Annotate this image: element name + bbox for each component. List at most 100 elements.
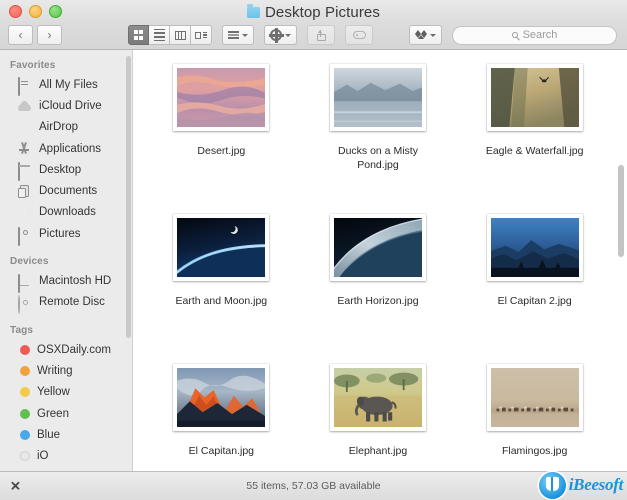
sidebar-item-pictures[interactable]: Pictures: [0, 223, 132, 247]
file-item[interactable]: El Capitan 2.jpg: [456, 208, 613, 358]
file-name: Eagle & Waterfall.jpg: [485, 145, 584, 157]
action-menu-button[interactable]: [264, 25, 297, 45]
watermark: iBeesoft: [538, 472, 624, 499]
sidebar-item-label: OSXDaily.com: [37, 343, 111, 356]
sidebar-item-label: All My Files: [39, 78, 98, 91]
downloads-icon: [18, 206, 32, 219]
file-item[interactable]: Elephant.jpg: [300, 358, 457, 471]
remote-disc-icon: [18, 294, 32, 314]
file-name: Ducks on a Misty Pond.jpg: [338, 145, 418, 171]
sidebar-item-desktop[interactable]: Desktop: [0, 159, 132, 182]
file-item[interactable]: Flamingos.jpg: [456, 358, 613, 471]
list-view-button[interactable]: [149, 25, 170, 45]
file-thumbnail[interactable]: [329, 64, 426, 131]
column-view-button[interactable]: [170, 25, 191, 45]
file-grid: Desert.jpg Ducks on a Misty Pond.jpg Eag…: [133, 50, 627, 471]
columns-icon: [174, 30, 186, 40]
chevron-left-icon: ‹: [18, 28, 23, 42]
sidebar-item-label: Pictures: [39, 227, 81, 240]
search-placeholder: Search: [522, 29, 558, 41]
view-mode-segmented-control: [128, 25, 212, 45]
dropbox-button[interactable]: [409, 25, 442, 45]
sidebar-scrollbar[interactable]: [126, 56, 131, 338]
earth-and-moon-thumbnail-image: [177, 218, 266, 277]
file-thumbnail[interactable]: [329, 214, 426, 281]
sidebar-item-tag-io[interactable]: iO: [0, 445, 132, 466]
all-my-files-icon: [18, 77, 32, 97]
desert-thumbnail-image: [177, 68, 266, 127]
chevron-down-icon: [285, 33, 291, 37]
file-item[interactable]: Earth Horizon.jpg: [300, 208, 457, 358]
coverflow-view-button[interactable]: [191, 25, 212, 45]
sidebar-item-label: Macintosh HD: [39, 275, 112, 288]
folder-icon: [247, 4, 260, 18]
page-title: Desktop Pictures: [265, 3, 380, 21]
edit-tags-button[interactable]: [345, 25, 373, 45]
file-item[interactable]: Ducks on a Misty Pond.jpg: [300, 58, 457, 208]
chevron-right-icon: ›: [47, 28, 52, 42]
sidebar-item-documents[interactable]: Documents: [0, 180, 132, 201]
file-thumbnail[interactable]: [329, 364, 426, 431]
sidebar-item-all-my-files[interactable]: All My Files: [0, 74, 132, 97]
navigation-buttons: ‹ ›: [8, 25, 62, 45]
sidebar-item-tag-osxdaily[interactable]: OSXDaily.com: [0, 339, 132, 360]
sidebar-item-label: iCloud Drive: [39, 99, 102, 112]
airdrop-icon: [18, 121, 32, 134]
el-capitan-thumbnail-image: [177, 368, 266, 427]
finder-window: Desktop Pictures ‹ › Search Favorites Al…: [0, 0, 627, 500]
status-bar: ✕ 55 items, 57.03 GB available iBeesoft: [0, 471, 627, 500]
file-thumbnail[interactable]: [486, 214, 583, 281]
sidebar-item-label: Writing: [37, 364, 73, 377]
sidebar-item-applications[interactable]: Applications: [0, 138, 132, 159]
forward-button[interactable]: ›: [37, 25, 62, 45]
icloud-drive-icon: [18, 99, 32, 112]
sidebar-divider-2: [0, 313, 132, 322]
sidebar-item-label: Applications: [39, 142, 102, 155]
file-name: Earth and Moon.jpg: [175, 295, 268, 307]
sidebar-item-icloud-drive[interactable]: iCloud Drive: [0, 95, 132, 116]
sidebar-item-label: Blue: [37, 428, 61, 441]
coverflow-icon: [195, 31, 207, 39]
sidebar-item-tag-yellow[interactable]: Yellow: [0, 382, 132, 403]
back-button[interactable]: ‹: [8, 25, 33, 45]
sidebar-item-label: Remote Disc: [39, 296, 105, 309]
sidebar-item-label: Yellow: [37, 386, 70, 399]
file-thumbnail[interactable]: [486, 364, 583, 431]
arrange-button[interactable]: [222, 25, 254, 45]
sidebar-item-tag-blue[interactable]: Blue: [0, 424, 132, 445]
share-button[interactable]: [307, 25, 335, 45]
file-thumbnail[interactable]: [173, 214, 270, 281]
file-thumbnail[interactable]: [173, 64, 270, 131]
file-name: El Capitan 2.jpg: [497, 295, 572, 307]
file-item[interactable]: Desert.jpg: [143, 58, 300, 208]
file-name: El Capitan.jpg: [188, 445, 255, 457]
tag-icon: [352, 31, 366, 39]
file-item[interactable]: Earth and Moon.jpg: [143, 208, 300, 358]
desktop-icon: [18, 162, 32, 182]
sidebar-item-macintosh-hd[interactable]: Macintosh HD: [0, 270, 132, 293]
sidebar-item-label: iO: [37, 450, 49, 463]
sidebar-item-tag-green[interactable]: Green: [0, 403, 132, 424]
sidebar-item-label: Desktop: [39, 163, 82, 176]
sidebar-header-tags: Tags: [10, 324, 33, 336]
search-field[interactable]: Search: [452, 25, 617, 45]
icon-view-button[interactable]: [128, 25, 149, 45]
close-icon[interactable]: ✕: [10, 480, 21, 493]
sidebar-item-tag-writing[interactable]: Writing: [0, 360, 132, 381]
sidebar-item-airdrop[interactable]: AirDrop: [0, 117, 132, 138]
sidebar-divider-1: [0, 244, 132, 253]
sidebar-item-downloads[interactable]: Downloads: [0, 202, 132, 223]
file-thumbnail[interactable]: [173, 364, 270, 431]
file-item[interactable]: El Capitan.jpg: [143, 358, 300, 471]
content-scrollbar[interactable]: [618, 165, 624, 257]
tag-dot-icon: [20, 451, 30, 462]
pictures-icon: [18, 227, 32, 247]
watermark-label: iBeesoft: [568, 474, 624, 494]
file-item[interactable]: Eagle & Waterfall.jpg: [456, 58, 613, 208]
tag-dot-icon: [20, 387, 30, 398]
file-thumbnail[interactable]: [486, 64, 583, 131]
title-bar: Desktop Pictures ‹ › Search: [0, 0, 627, 50]
gear-icon: [269, 28, 284, 43]
file-name: Elephant.jpg: [348, 445, 408, 457]
sidebar-item-remote-disc[interactable]: Remote Disc: [0, 292, 132, 314]
